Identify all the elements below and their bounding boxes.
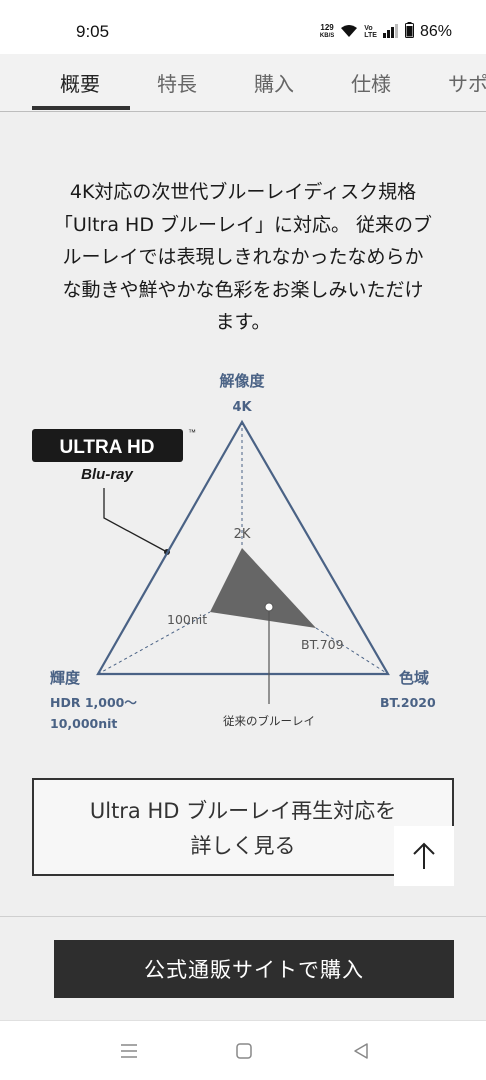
official-store-buy-button[interactable]: 公式通販サイトで購入 <box>54 940 454 998</box>
tab-purchase[interactable]: 購入 <box>254 68 294 97</box>
back-triangle-icon <box>354 1043 368 1059</box>
logo-main-text: ULTRA HD <box>60 437 155 458</box>
arrow-up-icon <box>413 842 435 869</box>
home-square-icon <box>236 1043 252 1059</box>
cta-line: Ultra HD ブルーレイ再生対応を <box>89 799 397 823</box>
network-speed-value: 129 <box>320 23 334 32</box>
inner-label-100nit: 100nit <box>167 612 207 627</box>
logo-tm: ™ <box>188 428 196 437</box>
battery-percentage: 86% <box>419 23 452 40</box>
signal-icon <box>382 23 399 42</box>
status-time: 9:05 <box>76 22 110 41</box>
cta-line: 詳しく見る <box>190 834 296 858</box>
intro-text: 4K対応の次世代ブルーレイディスク規格 「Ultra HD ブルーレイ」に対応。… <box>30 176 456 339</box>
ultra-hd-details-button[interactable]: Ultra HD ブルーレイ再生対応を 詳しく見る <box>32 778 454 876</box>
active-tab-indicator <box>32 106 130 110</box>
tab-specs[interactable]: 仕様 <box>351 68 391 97</box>
axis-label-resolution: 解像度 <box>219 372 265 390</box>
tab-overview[interactable]: 概要 <box>60 68 100 97</box>
intro-line: ルーレイでは表現しきれなかったなめらか <box>62 246 424 268</box>
volte-icon: Vo LTE <box>364 25 377 39</box>
scroll-to-top-button[interactable] <box>394 826 454 886</box>
axis-label-color-gamut: 色域 <box>399 669 429 687</box>
cta-text: Ultra HD ブルーレイ再生対応を 詳しく見る <box>34 794 452 864</box>
intro-line: 4K対応の次世代ブルーレイディスク規格 <box>69 181 417 203</box>
axis-value-nit: 10,000nit <box>50 716 117 731</box>
system-navigation-bar <box>0 1020 486 1080</box>
inner-triangle <box>210 548 316 628</box>
axis-label-luminance: 輝度 <box>50 669 81 687</box>
intro-line: ます。 <box>215 311 271 333</box>
network-speed-unit: KB/S <box>319 33 335 39</box>
battery-icon <box>404 22 414 42</box>
tab-features[interactable]: 特長 <box>157 68 197 97</box>
home-button[interactable] <box>232 1039 256 1063</box>
axis-value-bt2020: BT.2020 <box>380 695 436 710</box>
status-bar: 9:05 129 KB/S Vo LTE 86% <box>0 0 486 54</box>
intro-line: 「Ultra HD ブルーレイ」に対応。 従来のブ <box>53 213 433 236</box>
inner-marker-dot <box>264 602 274 612</box>
logo-leader-line <box>103 488 168 553</box>
axis-value-hdr: HDR 1,000〜 <box>50 695 137 710</box>
network-speed: 129 KB/S <box>320 24 334 40</box>
back-button[interactable] <box>349 1039 373 1063</box>
section-divider <box>0 916 486 917</box>
status-icons: 129 KB/S Vo LTE 86% <box>320 22 452 42</box>
inner-label-bt709: BT.709 <box>301 637 344 652</box>
recent-apps-button[interactable] <box>117 1039 141 1063</box>
intro-line: な動きや鮮やかな色彩をお楽しみいただけ <box>62 278 424 301</box>
comparison-diagram: ULTRA HD ™ Blu-ray 解像度 4K 2K 100nit BT.7… <box>32 372 436 731</box>
tab-support[interactable]: サポ <box>448 68 486 97</box>
legacy-bluray-label: 従来のブルーレイ <box>223 714 315 728</box>
menu-icon <box>121 1044 137 1058</box>
ultra-hd-bluray-logo: ULTRA HD ™ Blu-ray <box>32 428 196 483</box>
axis-value-4k: 4K <box>232 400 252 415</box>
inner-label-2k: 2K <box>234 527 251 542</box>
wifi-icon <box>340 23 358 42</box>
tab-bar: 概要 特長 購入 仕様 サポ <box>0 54 486 112</box>
logo-sub-text: Blu-ray <box>81 466 133 483</box>
